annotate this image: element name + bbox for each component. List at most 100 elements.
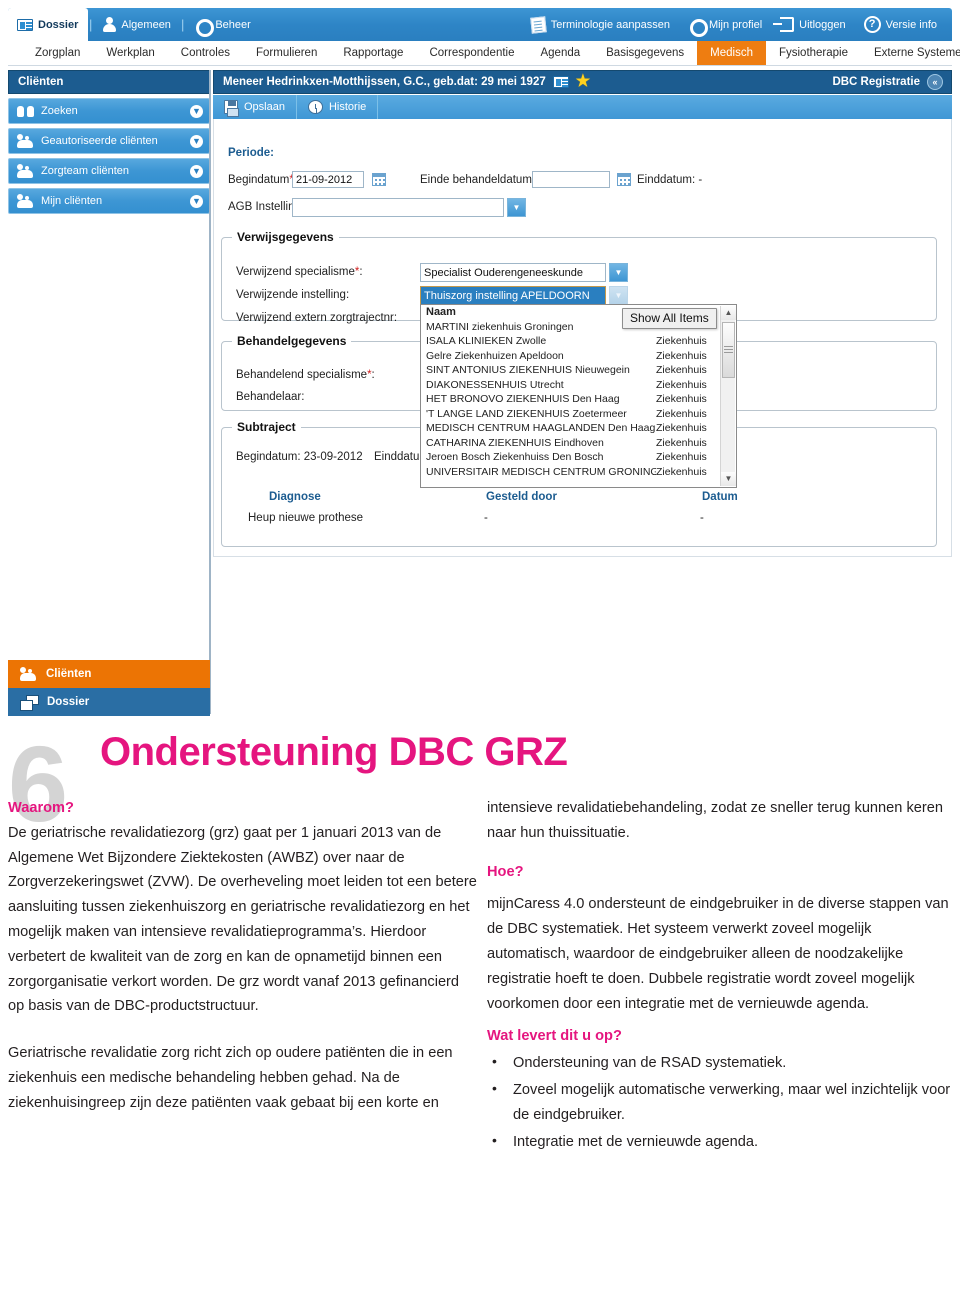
history-icon [307,100,323,114]
verwijzende-instelling-dropdown-button[interactable]: ▼ [609,286,628,305]
calendar-icon[interactable] [617,173,631,186]
ribbon-item-uitloggen[interactable]: Uitloggen [771,8,854,41]
star-icon[interactable]: ★ [576,74,590,90]
agb-instelling-input[interactable] [292,198,504,217]
diagnose-column-header: Diagnose [269,491,321,503]
ribbon-item-algemeen[interactable]: Algemeen [93,8,180,41]
dropdown-option[interactable]: CATHARINA ZIEKENHUIS Eindhoven Ziekenhuis [421,436,736,451]
ribbon-tab-dossier-label: Dossier [38,18,79,31]
scroll-down-icon[interactable]: ▼ [721,472,736,486]
save-button[interactable]: Opslaan [213,95,297,119]
agb-dropdown-button[interactable]: ▼ [507,198,526,217]
tab-formulieren[interactable]: Formulieren [243,41,330,65]
ribbon-item-versie-info[interactable]: ? Versie info [855,8,946,41]
begindatum-input[interactable] [292,171,364,188]
calendar-icon[interactable] [372,173,386,186]
periode-heading: Periode: [228,147,275,159]
tab-zorgplan[interactable]: Zorgplan [22,41,93,65]
heading-hoe: Hoe? [487,863,524,880]
begindatum-label-text: Begindatum [228,174,290,186]
sidebar-item-geautoriseerde-clienten[interactable]: Geautoriseerde cliënten ▼ [8,128,210,154]
dropdown-option-type: Ziekenhuis [656,407,707,420]
verwijzend-zorgtrajectnr-label: Verwijzend extern zorgtrajectnr: [236,312,398,324]
collapse-icon[interactable]: « [927,74,943,90]
datum-cell: - [700,512,704,524]
dropdown-option-type: Ziekenhuis [656,451,707,464]
dropdown-option[interactable]: Gelre Ziekenhuizen Apeldoon Ziekenhuis [421,349,736,364]
tab-controles[interactable]: Controles [168,41,243,65]
tab-basisgegevens[interactable]: Basisgegevens [593,41,697,65]
chevron-down-icon[interactable]: ▼ [190,134,203,148]
dropdown-scrollbar[interactable]: ▲ ▼ [720,306,736,486]
tab-rapportage[interactable]: Rapportage [330,41,416,65]
scrollbar-grip [724,346,733,347]
ribbon-item-terminologie[interactable]: Terminologie aanpassen [522,8,679,41]
ribbon-item-algemeen-label: Algemeen [121,18,171,31]
gesteld-door-column-header: Gesteld door [486,491,557,503]
module-button-clienten-label: Cliënten [46,668,92,680]
tab-externe-systemen[interactable]: Externe Systemen [861,41,960,65]
ribbon-item-terminologie-label: Terminologie aanpassen [550,18,670,31]
einde-behandeldatum-input[interactable] [532,171,610,188]
sidebar-item-zoeken[interactable]: Zoeken ▼ [8,98,210,124]
dropdown-option[interactable]: MEDISCH CENTRUM HAAGLANDEN Den Haag Zieke… [421,421,736,436]
dropdown-option[interactable]: DIAKONESSENHUIS Utrecht Ziekenhuis [421,378,736,393]
dropdown-option-name: ISALA KLINIEKEN Zwolle [426,335,547,348]
scrollbar-thumb[interactable] [722,322,735,378]
application-screenshot: Dossier | Algemeen | Beheer Terminologie… [0,0,960,718]
verwijzend-specialisme-dropdown-button[interactable]: ▼ [609,263,628,282]
tab-fysiotherapie[interactable]: Fysiotherapie [766,41,861,65]
id-card-icon[interactable] [552,76,569,88]
ribbon-tab-dossier[interactable]: Dossier [8,8,88,41]
gesteld-door-cell: - [484,512,488,524]
heading-waarom: Waarom? [8,800,74,816]
paragraph-continuation: intensieve revalidatiebehandeling, zodat… [487,800,943,841]
module-button-dossier[interactable]: Dossier [8,688,210,716]
ribbon-left-group: Dossier | Algemeen | Beheer [8,8,260,41]
ribbon-item-mijn-profiel[interactable]: Mijn profiel [679,8,771,41]
tab-medisch[interactable]: Medisch [697,41,766,65]
patient-header: Meneer Hedrinkxen-Motthijssen, G.C., geb… [213,70,952,94]
instelling-dropdown-list[interactable]: Naam MARTINI ziekenhuis Groningen ISALA … [420,304,737,488]
dropdown-option[interactable]: SINT ANTONIUS ZIEKENHUIS Nieuwegein Zieke… [421,363,736,378]
scroll-up-icon[interactable]: ▲ [721,306,736,320]
list-item: Integratie met de vernieuwde agenda. [487,1129,957,1155]
dropdown-option-type: Ziekenhuis [656,349,707,362]
chevron-down-icon[interactable]: ▼ [190,194,203,208]
module-tab-bar: Zorgplan Werkplan Controles Formulieren … [8,41,960,66]
dropdown-option[interactable]: Jeroen Bosch Ziekenhuiss Den Bosch Zieken… [421,450,736,465]
sidebar-divider [209,70,211,714]
save-icon [224,100,239,117]
chevron-down-icon[interactable]: ▼ [190,104,203,118]
dropdown-option[interactable]: UNIVERSITAIR MEDISCH CENTRUM GRONINGEN Zi… [421,465,736,480]
subtraject-begindatum: Begindatum: 23-09-2012 [236,451,363,463]
tab-werkplan[interactable]: Werkplan [93,41,167,65]
module-button-clienten[interactable]: Cliënten [8,660,210,688]
show-all-items-tooltip: Show All Items [622,308,717,329]
sidebar-item-zorgteam-clienten[interactable]: Zorgteam cliënten ▼ [8,158,210,184]
client-sidebar: Cliënten Zoeken ▼ Geautoriseerde cliënte… [8,70,210,214]
tab-agenda[interactable]: Agenda [527,41,593,65]
form-toolbar: Opslaan Historie [213,95,952,119]
verwijzend-specialisme-input[interactable] [420,263,606,282]
dropdown-option[interactable]: HET BRONOVO ZIEKENHUIS Den Haag Ziekenhui… [421,392,736,407]
required-asterisk: * [354,266,360,278]
history-button[interactable]: Historie [297,95,379,119]
ribbon-item-beheer[interactable]: Beheer [185,8,259,41]
module-buttons: Cliënten Dossier [8,660,210,716]
dropdown-option[interactable]: 'T LANGE LAND ZIEKENHUIS Zoetermeer Zieke… [421,407,736,422]
dropdown-option-name: Jeroen Bosch Ziekenhuiss Den Bosch [426,451,604,464]
tab-correspondentie[interactable]: Correspondentie [416,41,527,65]
verwijzende-instelling-input[interactable]: Thuiszorg instelling APELDOORN [420,286,606,305]
sidebar-item-mijn-clienten[interactable]: Mijn cliënten ▼ [8,188,210,214]
heading-wat-levert-dit-u-op: Wat levert dit u op? [487,1028,622,1045]
id-card-icon [17,18,33,31]
chevron-down-icon[interactable]: ▼ [190,164,203,178]
document-icon [529,15,547,34]
dropdown-option[interactable]: ISALA KLINIEKEN Zwolle Ziekenhuis [421,334,736,349]
diagnose-cell: Heup nieuwe prothese [248,512,364,524]
history-button-label: Historie [328,101,367,113]
sidebar-item-zorgteam-clienten-label: Zorgteam cliënten [41,165,130,177]
